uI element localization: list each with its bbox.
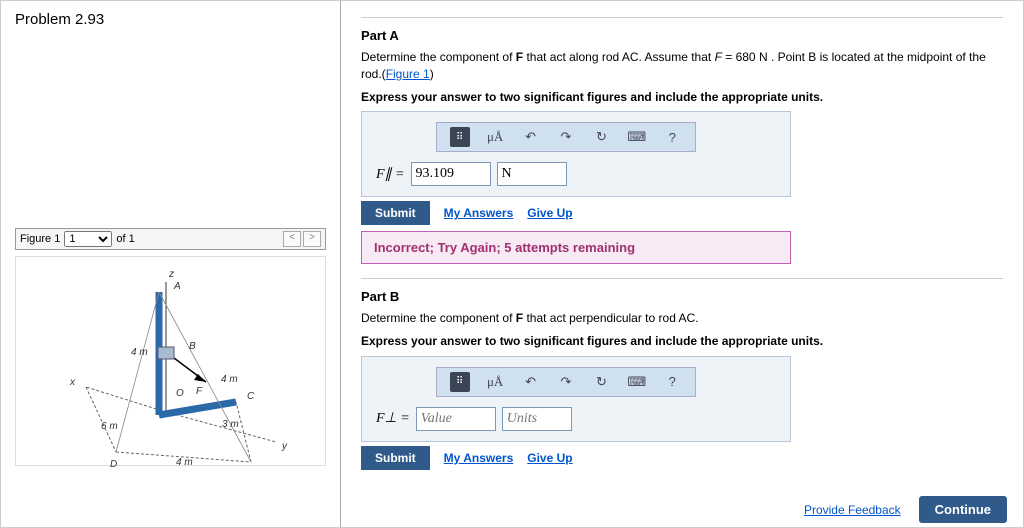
reset-icon[interactable]: ↻ — [591, 372, 611, 392]
svg-text:4 m: 4 m — [221, 374, 238, 385]
templates-icon[interactable]: ⠿ — [450, 127, 470, 147]
part-a-prefix: F∥ = — [376, 166, 405, 183]
keyboard-icon[interactable]: ⌨ — [627, 127, 647, 147]
part-a-title: Part A — [361, 28, 1003, 43]
units-icon[interactable]: μÅ — [485, 372, 505, 392]
svg-text:6 m: 6 m — [101, 421, 118, 432]
help-icon[interactable]: ? — [662, 372, 682, 392]
svg-text:x: x — [69, 377, 76, 388]
figure-label: Figure 1 — [20, 233, 60, 245]
svg-text:4 m: 4 m — [176, 457, 193, 467]
part-b-units-input[interactable] — [502, 407, 572, 431]
part-a-instructions: Express your answer to two significant f… — [361, 89, 1003, 106]
undo-icon[interactable]: ↶ — [521, 127, 541, 147]
svg-text:z: z — [168, 269, 174, 280]
svg-text:F: F — [196, 386, 203, 397]
diagram-svg: z A B O F C D x y 4 m 4 m 3 m 4 m 6 m — [46, 267, 316, 467]
part-b-instructions: Express your answer to two significant f… — [361, 333, 1003, 350]
svg-text:O: O — [176, 388, 184, 399]
part-b-title: Part B — [361, 289, 1003, 304]
svg-text:D: D — [110, 459, 117, 467]
part-a-give-up-link[interactable]: Give Up — [527, 206, 572, 220]
part-b-submit-button[interactable]: Submit — [361, 446, 430, 470]
figure-link[interactable]: Figure 1 — [386, 67, 430, 81]
svg-text:y: y — [281, 441, 288, 452]
part-b-my-answers-link[interactable]: My Answers — [444, 451, 514, 465]
keyboard-icon[interactable]: ⌨ — [627, 372, 647, 392]
reset-icon[interactable]: ↻ — [591, 127, 611, 147]
figure-next-button[interactable]: > — [303, 231, 321, 247]
svg-text:B: B — [189, 341, 196, 352]
undo-icon[interactable]: ↶ — [521, 372, 541, 392]
answer-toolbar: ⠿ μÅ ↶ ↷ ↻ ⌨ ? — [436, 122, 696, 152]
figure-select[interactable]: 1 — [64, 231, 112, 247]
part-a-my-answers-link[interactable]: My Answers — [444, 206, 514, 220]
figure-prev-button[interactable]: < — [283, 231, 301, 247]
svg-text:4 m: 4 m — [131, 347, 148, 358]
units-icon[interactable]: μÅ — [485, 127, 505, 147]
redo-icon[interactable]: ↷ — [556, 127, 576, 147]
help-icon[interactable]: ? — [662, 127, 682, 147]
problem-title: Problem 2.93 — [15, 11, 326, 28]
part-b-give-up-link[interactable]: Give Up — [527, 451, 572, 465]
svg-text:C: C — [247, 391, 255, 402]
provide-feedback-link[interactable]: Provide Feedback — [804, 503, 901, 517]
part-a-description: Determine the component of F that act al… — [361, 49, 1003, 83]
part-b-description: Determine the component of F that act pe… — [361, 310, 1003, 327]
redo-icon[interactable]: ↷ — [556, 372, 576, 392]
svg-text:3 m: 3 m — [222, 419, 239, 430]
svg-text:A: A — [173, 281, 181, 292]
continue-button[interactable]: Continue — [919, 496, 1007, 523]
part-b-value-input[interactable] — [416, 407, 496, 431]
part-a-feedback: Incorrect; Try Again; 5 attempts remaini… — [361, 231, 791, 264]
figure-canvas: z A B O F C D x y 4 m 4 m 3 m 4 m 6 m — [15, 256, 326, 466]
part-a-units-input[interactable] — [497, 162, 567, 186]
answer-toolbar-b: ⠿ μÅ ↶ ↷ ↻ ⌨ ? — [436, 367, 696, 397]
templates-icon[interactable]: ⠿ — [450, 372, 470, 392]
part-a-answer-block: ⠿ μÅ ↶ ↷ ↻ ⌨ ? F∥ = — [361, 111, 791, 197]
figure-of-label: of 1 — [116, 233, 134, 245]
part-a-submit-button[interactable]: Submit — [361, 201, 430, 225]
part-b-answer-block: ⠿ μÅ ↶ ↷ ↻ ⌨ ? F⊥ = — [361, 356, 791, 442]
part-b-prefix: F⊥ = — [376, 410, 410, 427]
figure-navigation-bar: Figure 1 1 of 1 < > — [15, 228, 326, 250]
part-a-value-input[interactable] — [411, 162, 491, 186]
